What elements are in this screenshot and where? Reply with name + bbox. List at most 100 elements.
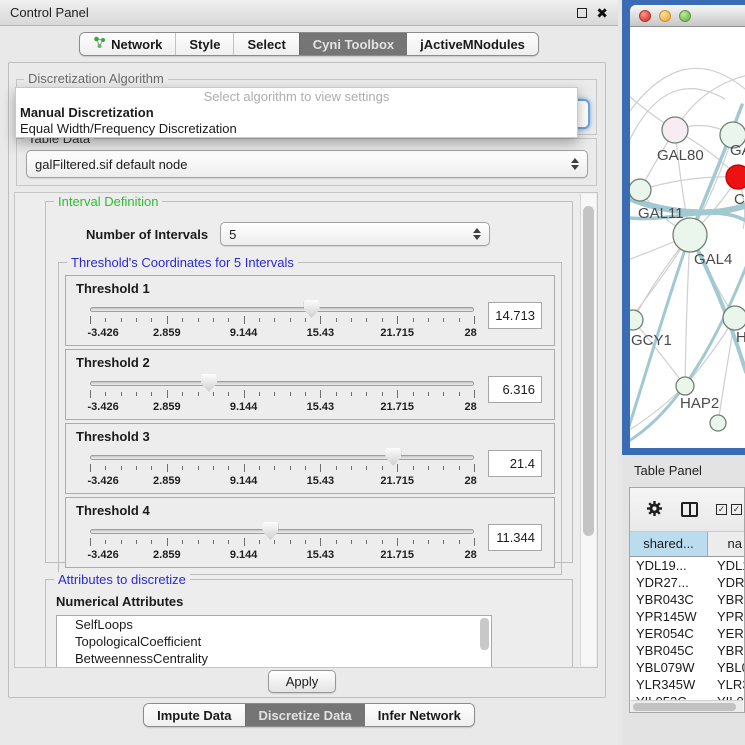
threshold-value-field[interactable]: 6.316 — [488, 376, 542, 403]
table-row[interactable]: YBL079WYBL0 — [630, 659, 744, 676]
tab-infer-network[interactable]: Infer Network — [365, 704, 474, 726]
minimize-traffic-light-icon[interactable] — [659, 10, 671, 22]
horizontal-scrollbar[interactable] — [631, 700, 743, 712]
cell-shared-name[interactable]: YDR27... — [630, 574, 708, 591]
tab-label: Impute Data — [157, 708, 231, 723]
table-row[interactable]: YBR045CYBR0 — [630, 642, 744, 659]
slider-ticks — [90, 316, 474, 325]
slider-track[interactable] — [90, 307, 474, 312]
number-of-intervals-combobox[interactable]: 5 — [220, 222, 490, 246]
cell-shared-name[interactable]: YDL19... — [630, 557, 708, 574]
cell-shared-name[interactable]: YBL079W — [630, 659, 708, 676]
network-view-frame: GAL80GACGAL11GAL4GCY1HHAP2 — [622, 0, 745, 455]
slider-track[interactable] — [90, 455, 474, 460]
attribute-list-item[interactable]: TopologicalCoefficient — [57, 633, 491, 650]
network-node-c[interactable] — [726, 165, 745, 189]
vertical-scrollbar[interactable] — [580, 194, 596, 666]
tab-label: Style — [189, 37, 220, 52]
control-panel-window: Control Panel ✖ NetworkStyleSelectCyni T… — [0, 0, 618, 745]
network-node-gal4[interactable] — [673, 218, 707, 252]
network-edge[interactable] — [685, 235, 690, 386]
cell-name[interactable]: YPR1 — [708, 608, 744, 625]
network-node-hap2[interactable] — [676, 377, 694, 395]
slider-track[interactable] — [90, 529, 474, 534]
network-node-gal80[interactable] — [662, 117, 688, 143]
settings-gear-icon[interactable] — [646, 500, 663, 520]
table-row[interactable]: YDR27...YDR2 — [630, 574, 744, 591]
interval-definition-group: Interval Definition Number of Intervals … — [45, 201, 573, 563]
network-edge[interactable] — [640, 177, 738, 190]
node-label: GCY1 — [631, 332, 672, 349]
cell-name[interactable]: YER0 — [708, 625, 744, 642]
slider-scale-labels: -3.4262.8599.14415.4321.71528 — [90, 549, 474, 563]
attributes-items: SelfLoopsTopologicalCoefficientBetweenne… — [57, 616, 491, 667]
table-row[interactable]: YPR145WYPR1 — [630, 608, 744, 625]
table-row[interactable]: YLR345WYLR3 — [630, 676, 744, 693]
tab-cyni-toolbox[interactable]: Cyni Toolbox — [299, 33, 407, 55]
select-all-checkboxes-icon[interactable]: ✓ ✓ — [716, 504, 742, 515]
threshold-value-field[interactable]: 11.344 — [488, 524, 542, 551]
bottom-tab-segment: Impute Data Discretize DataInfer Network — [143, 703, 475, 727]
table-row[interactable]: YDL19...YDL1 — [630, 557, 744, 574]
cell-shared-name[interactable]: YBR045C — [630, 642, 708, 659]
table-row[interactable]: YBR043CYBR0 — [630, 591, 744, 608]
cell-name[interactable]: YIL0 — [708, 693, 744, 700]
threshold-slider[interactable]: -3.4262.8599.14415.4321.71528 — [90, 520, 474, 568]
slider-ticks — [90, 464, 474, 473]
tab-style[interactable]: Style — [175, 33, 233, 55]
tab-select[interactable]: Select — [233, 33, 298, 55]
threshold-slider[interactable]: -3.4262.8599.14415.4321.71528 — [90, 298, 474, 346]
table-row[interactable]: YER054CYER0 — [630, 625, 744, 642]
slider-track[interactable] — [90, 381, 474, 386]
checkbox-icon[interactable]: ✓ — [731, 504, 742, 515]
close-traffic-light-icon[interactable] — [639, 10, 651, 22]
network-node-h[interactable] — [723, 306, 745, 330]
cell-name[interactable]: YLR3 — [708, 676, 744, 693]
attribute-list-item[interactable]: BetweennessCentrality — [57, 650, 491, 667]
network-node[interactable] — [710, 415, 726, 431]
column-header-shared-name[interactable]: shared... — [630, 532, 708, 556]
float-window-icon[interactable] — [577, 8, 587, 18]
horizontal-scrollbar-thumb[interactable] — [633, 703, 736, 711]
checkbox-icon[interactable]: ✓ — [716, 504, 727, 515]
table-row[interactable]: YIL052CYIL0 — [630, 693, 744, 700]
close-icon[interactable]: ✖ — [596, 8, 608, 18]
network-node-gal11[interactable] — [630, 179, 651, 201]
threshold-slider[interactable]: -3.4262.8599.14415.4321.71528 — [90, 372, 474, 420]
cell-shared-name[interactable]: YIL052C — [630, 693, 708, 700]
table-data-combobox[interactable]: galFiltered.sif default node — [26, 150, 588, 178]
cell-name[interactable]: YBR0 — [708, 591, 744, 608]
network-window-titlebar[interactable] — [630, 5, 745, 27]
show-columns-icon[interactable] — [681, 502, 698, 517]
cell-shared-name[interactable]: YLR345W — [630, 676, 708, 693]
column-header-name[interactable]: na — [708, 532, 744, 556]
cell-shared-name[interactable]: YBR043C — [630, 591, 708, 608]
cell-name[interactable]: YBL0 — [708, 659, 744, 676]
thresholds-group-label: Threshold's Coordinates for 5 Intervals — [67, 255, 298, 270]
cell-shared-name[interactable]: YER054C — [630, 625, 708, 642]
list-scrollbar[interactable] — [480, 618, 489, 650]
vertical-scrollbar-thumb[interactable] — [583, 206, 594, 536]
tab-discretize-data[interactable]: Discretize Data — [245, 704, 365, 726]
network-node-gcy1[interactable] — [630, 310, 643, 330]
algorithm-option-manual[interactable]: Manual Discretization — [16, 105, 577, 121]
network-canvas[interactable]: GAL80GACGAL11GAL4GCY1HHAP2 — [630, 27, 745, 448]
algorithm-option-equal-width[interactable]: Equal Width/Frequency Discretization — [16, 121, 577, 137]
tab-network[interactable]: Network — [80, 33, 175, 55]
threshold-label: Threshold 3 — [76, 429, 544, 446]
network-edge[interactable] — [630, 68, 745, 122]
attribute-list-item[interactable]: SelfLoops — [57, 616, 491, 633]
zoom-traffic-light-icon[interactable] — [679, 10, 691, 22]
threshold-value-field[interactable]: 21.4 — [488, 450, 542, 477]
numerical-attributes-list[interactable]: SelfLoopsTopologicalCoefficientBetweenne… — [56, 615, 492, 668]
cell-name[interactable]: YDL1 — [708, 557, 744, 574]
tab-impute-data[interactable]: Impute Data — [144, 704, 244, 726]
threshold-slider[interactable]: -3.4262.8599.14415.4321.71528 — [90, 446, 474, 494]
apply-button[interactable]: Apply — [268, 670, 336, 693]
threshold-box: Threshold 3-3.4262.8599.14415.4321.71528… — [65, 423, 555, 494]
cell-name[interactable]: YBR0 — [708, 642, 744, 659]
cell-name[interactable]: YDR2 — [708, 574, 744, 591]
cell-shared-name[interactable]: YPR145W — [630, 608, 708, 625]
threshold-value-field[interactable]: 14.713 — [488, 302, 542, 329]
tab-jactivemnodules[interactable]: jActiveMNodules — [407, 33, 538, 55]
